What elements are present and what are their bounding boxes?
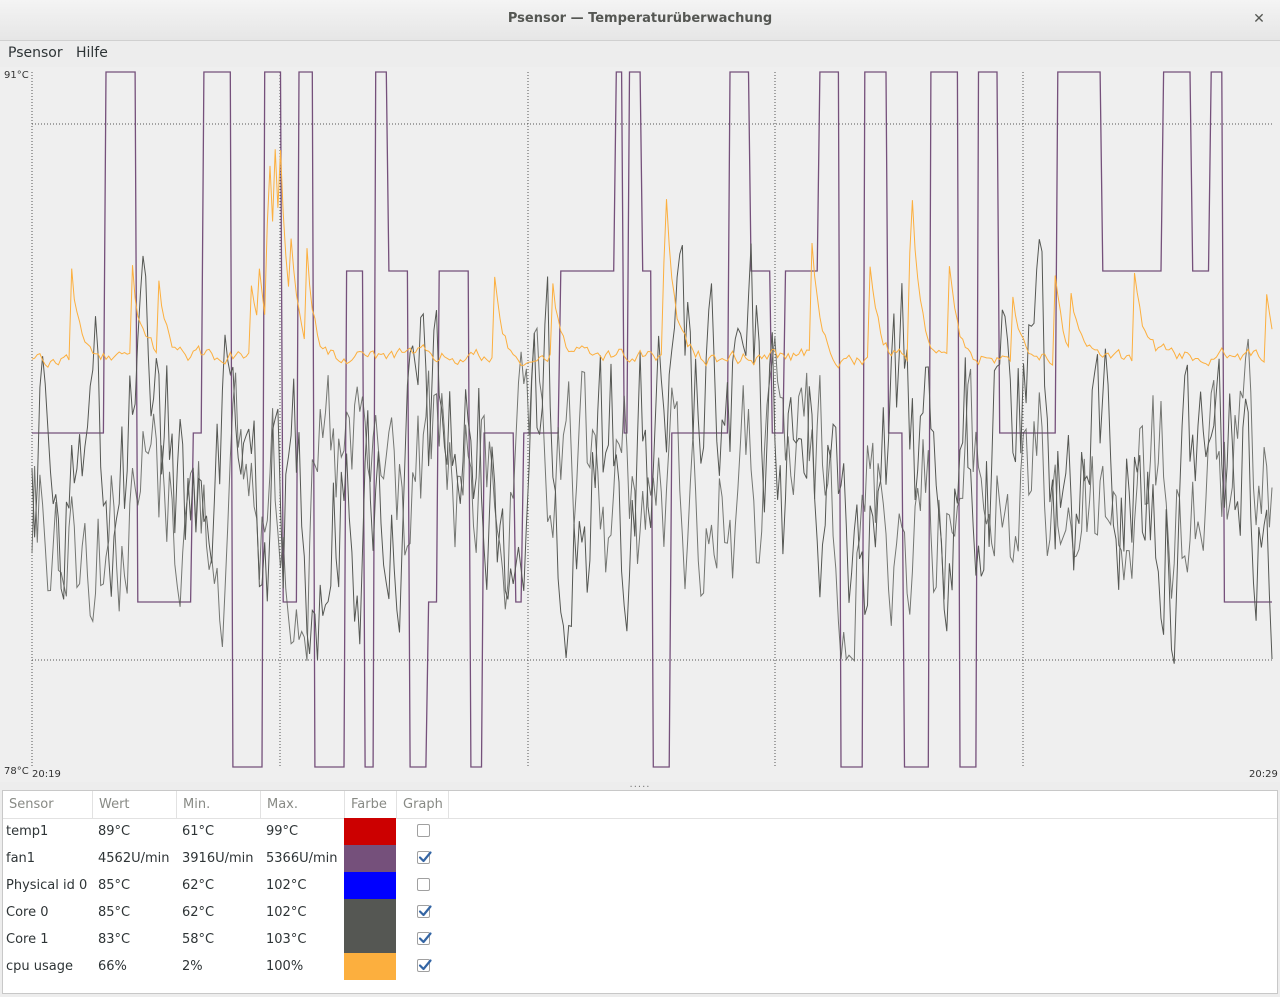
table-header: Sensor Wert Min. Max. Farbe Graph — [3, 791, 1277, 819]
table-row[interactable]: Physical id 0 85°C 62°C 102°C — [3, 872, 1277, 899]
column-header-max[interactable]: Max. — [261, 791, 345, 818]
cell-max: 103°C — [266, 932, 307, 947]
color-swatch[interactable] — [344, 872, 396, 899]
column-header-graph[interactable]: Graph — [397, 791, 449, 818]
cell-max: 99°C — [266, 824, 299, 839]
menu-bar: Psensor Hilfe — [0, 41, 1280, 67]
cell-max: 102°C — [266, 905, 307, 920]
y-axis-max-label: 91°C — [4, 70, 29, 81]
cell-min: 2% — [182, 959, 203, 974]
column-header-sensor[interactable]: Sensor — [3, 791, 93, 818]
color-swatch[interactable] — [344, 953, 396, 980]
cell-min: 3916U/min — [182, 851, 254, 866]
table-row[interactable]: Core 1 83°C 58°C 103°C — [3, 926, 1277, 953]
cell-min: 58°C — [182, 932, 215, 947]
color-swatch[interactable] — [344, 926, 396, 953]
cell-max: 102°C — [266, 878, 307, 893]
graph-checkbox[interactable] — [417, 851, 432, 864]
column-header-farbe[interactable]: Farbe — [345, 791, 397, 818]
cell-min: 62°C — [182, 905, 215, 920]
color-swatch[interactable] — [344, 818, 396, 845]
column-header-wert[interactable]: Wert — [93, 791, 177, 818]
title-bar: Psensor — Temperaturüberwachung ✕ — [0, 0, 1280, 41]
cell-max: 5366U/min — [266, 851, 338, 866]
y-axis-min-label: 78°C — [4, 766, 29, 777]
cell-sensor: temp1 — [6, 824, 49, 839]
menu-psensor[interactable]: Psensor — [8, 45, 63, 61]
cell-sensor: Core 1 — [6, 932, 49, 947]
cell-wert: 83°C — [98, 932, 131, 947]
x-axis-end-label: 20:29 — [1249, 769, 1278, 780]
color-swatch[interactable] — [344, 899, 396, 926]
menu-hilfe[interactable]: Hilfe — [76, 45, 108, 61]
cell-wert: 85°C — [98, 905, 131, 920]
cell-wert: 66% — [98, 959, 127, 974]
graph-checkbox[interactable] — [417, 905, 432, 918]
cell-wert: 89°C — [98, 824, 131, 839]
graph-canvas — [31, 71, 1273, 768]
close-icon[interactable]: ✕ — [1250, 9, 1268, 29]
column-header-min[interactable]: Min. — [177, 791, 261, 818]
table-row[interactable]: Core 0 85°C 62°C 102°C — [3, 899, 1277, 926]
x-axis-start-label: 20:19 — [32, 769, 61, 780]
table-row[interactable]: fan1 4562U/min 3916U/min 5366U/min — [3, 845, 1277, 872]
graph-checkbox[interactable] — [417, 824, 430, 837]
cell-sensor: fan1 — [6, 851, 36, 866]
series-cpu-usage-line — [31, 149, 1273, 369]
cell-sensor: Core 0 — [6, 905, 49, 920]
cell-max: 100% — [266, 959, 304, 974]
table-row[interactable]: temp1 89°C 61°C 99°C — [3, 818, 1277, 845]
cell-wert: 85°C — [98, 878, 131, 893]
window-title: Psensor — Temperaturüberwachung — [507, 11, 773, 26]
series-fan1-line — [32, 71, 1272, 768]
cell-wert: 4562U/min — [98, 851, 170, 866]
sensor-graph: 91°C 78°C 20:19 20:29 — [0, 67, 1280, 782]
graph-checkbox[interactable] — [417, 932, 432, 945]
cell-sensor: Physical id 0 — [6, 878, 88, 893]
graph-checkbox[interactable] — [417, 878, 430, 891]
cell-min: 61°C — [182, 824, 215, 839]
cell-sensor: cpu usage — [6, 959, 73, 974]
color-swatch[interactable] — [344, 845, 396, 872]
graph-checkbox[interactable] — [417, 959, 432, 972]
table-row[interactable]: cpu usage 66% 2% 100% — [3, 953, 1277, 980]
sensor-table: Sensor Wert Min. Max. Farbe Graph temp1 8… — [2, 790, 1278, 994]
pane-resize-handle[interactable]: ..... — [627, 780, 653, 790]
cell-min: 62°C — [182, 878, 215, 893]
